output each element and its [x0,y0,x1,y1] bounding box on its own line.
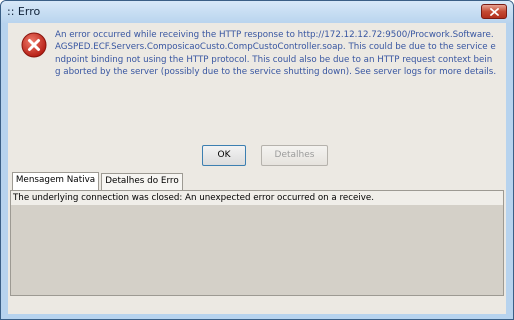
window-title: :: Erro [7,5,41,18]
title-bar[interactable]: :: Erro [1,1,513,23]
error-icon [21,32,47,58]
ok-button[interactable]: OK [202,145,246,166]
tab-error-details[interactable]: Detalhes do Erro [101,173,183,190]
error-dialog: :: Erro An error occurred while receivin… [0,0,514,320]
details-button[interactable]: Detalhes [261,145,328,166]
close-button[interactable] [481,4,507,19]
tab-native-message[interactable]: Mensagem Nativa [12,172,99,191]
dialog-body: An error occurred while receiving the HT… [8,23,506,314]
message-panel: The underlying connection was closed: An… [10,190,504,296]
close-icon [490,8,499,16]
error-message: An error occurred while receiving the HT… [55,30,497,78]
window-title-text: Erro [17,5,41,18]
native-message-text: The underlying connection was closed: An… [13,193,375,203]
